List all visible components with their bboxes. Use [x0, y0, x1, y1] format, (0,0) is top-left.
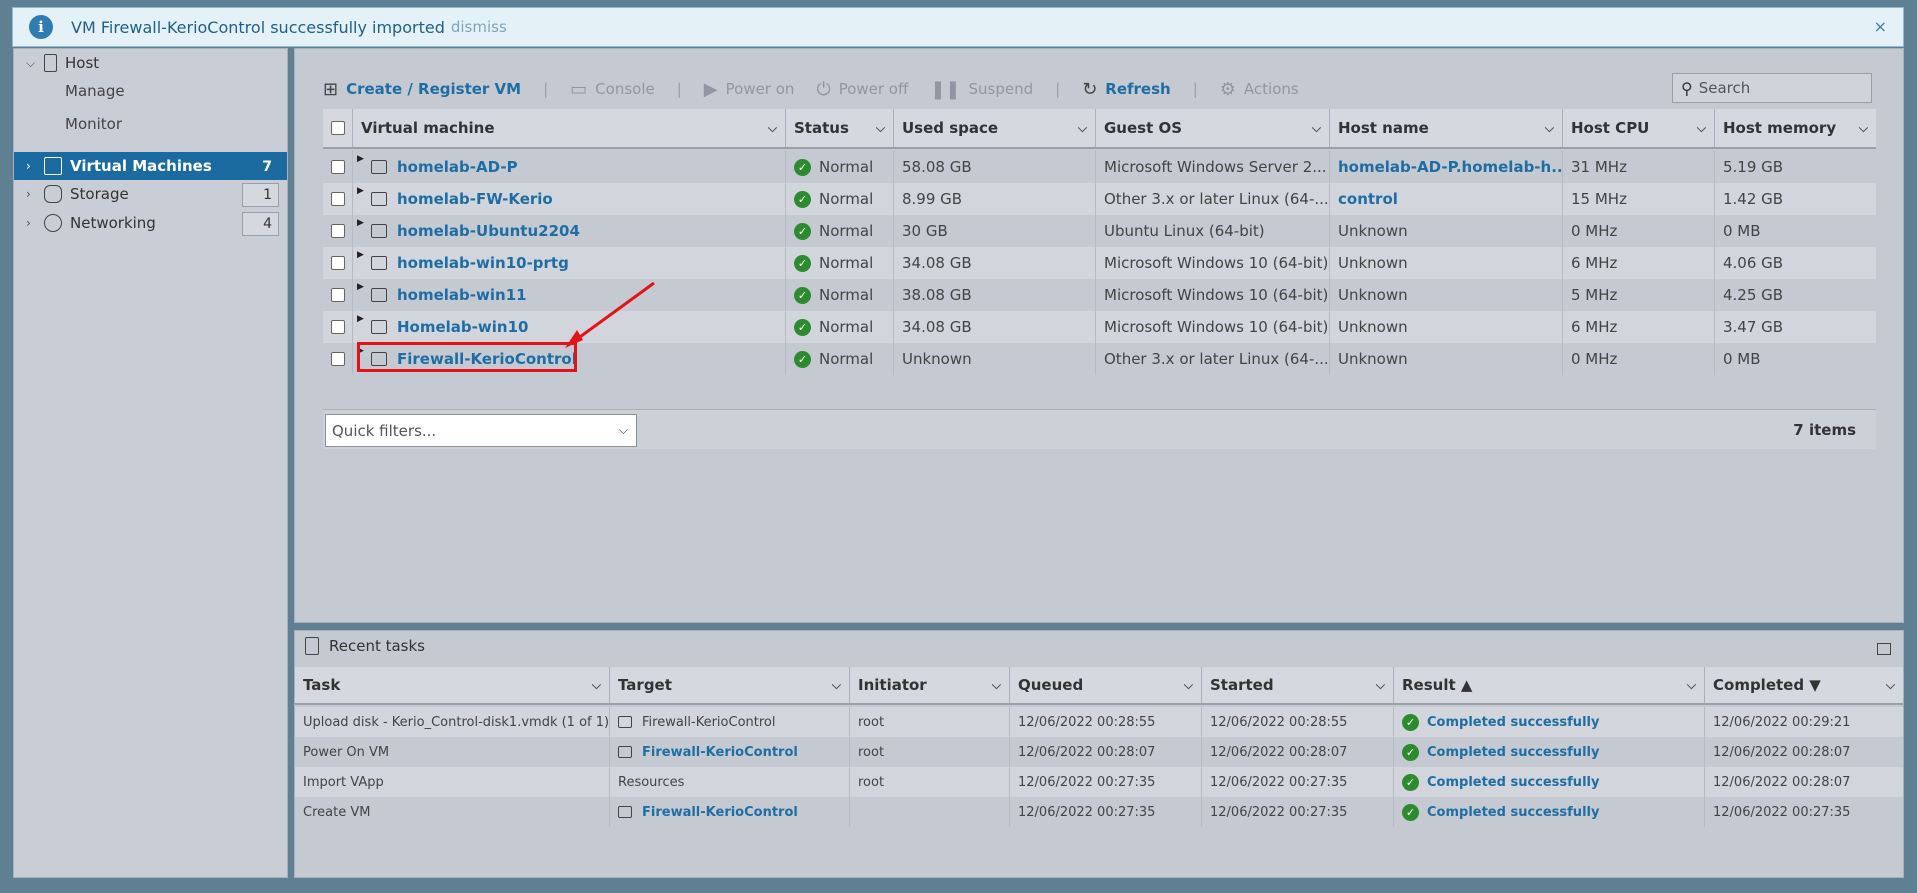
- completed-value: 12/06/2022 00:27:35: [1713, 804, 1851, 820]
- check-icon: ✓: [1402, 803, 1419, 821]
- task-name: Power On VM: [303, 744, 390, 760]
- started-cell: 12/06/2022 00:28:55: [1202, 707, 1394, 737]
- vm-icon: [618, 806, 632, 818]
- column-label: Completed ▼: [1713, 676, 1821, 694]
- column-label: Initiator: [858, 676, 927, 694]
- initiator-value: root: [858, 774, 885, 790]
- recent-tasks-panel: Recent tasks Task ⌵ Target ⌵ Initiator ⌵ Qu…: [294, 630, 1904, 878]
- column-label: Target: [618, 676, 672, 694]
- clipboard-icon: [305, 637, 319, 655]
- task-cell: Import VApp: [295, 767, 610, 797]
- column-label: Result ▲: [1402, 676, 1473, 694]
- started-value: 12/06/2022 00:28:07: [1210, 744, 1348, 760]
- target-value[interactable]: Firewall-KerioControl: [642, 805, 798, 820]
- completed-cell: 12/06/2022 00:28:07: [1705, 737, 1903, 767]
- started-value: 12/06/2022 00:28:55: [1210, 714, 1348, 730]
- task-name: Import VApp: [303, 774, 384, 790]
- target-cell: Firewall-KerioControl: [610, 737, 850, 767]
- completed-cell: 12/06/2022 00:28:07: [1705, 767, 1903, 797]
- task-row: Import VApp Resources root 12/06/2022 00:27…: [295, 767, 1903, 797]
- queued-cell: 12/06/2022 00:28:07: [1010, 737, 1202, 767]
- check-icon: ✓: [1402, 713, 1419, 731]
- queued-cell: 12/06/2022 00:27:35: [1010, 767, 1202, 797]
- vm-icon: [618, 746, 632, 758]
- column-header-result[interactable]: Result ▲ ⌵: [1394, 667, 1705, 703]
- queued-cell: 12/06/2022 00:27:35: [1010, 797, 1202, 827]
- initiator-cell: root: [850, 767, 1010, 797]
- result-cell: ✓ Completed successfully: [1394, 767, 1705, 797]
- chevron-down-icon[interactable]: ⌵: [832, 678, 841, 693]
- initiator-cell: root: [850, 707, 1010, 737]
- task-cell: Create VM: [295, 797, 610, 827]
- initiator-cell: root: [850, 737, 1010, 767]
- queued-value: 12/06/2022 00:28:07: [1018, 744, 1156, 760]
- column-header-completed[interactable]: Completed ▼ ⌵: [1705, 667, 1903, 703]
- column-header-initiator[interactable]: Initiator ⌵: [850, 667, 1010, 703]
- task-row: Power On VM Firewall-KerioControl root 12/0…: [295, 737, 1903, 767]
- completed-value: 12/06/2022 00:28:07: [1713, 774, 1851, 790]
- target-value: Firewall-KerioControl: [642, 714, 776, 730]
- task-row: Create VM Firewall-KerioControl 12/06/2022…: [295, 797, 1903, 827]
- completed-cell: 12/06/2022 00:27:35: [1705, 797, 1903, 827]
- queued-value: 12/06/2022 00:28:55: [1018, 714, 1156, 730]
- task-name: Create VM: [303, 804, 371, 820]
- completed-value: 12/06/2022 00:29:21: [1713, 714, 1851, 730]
- column-header-task[interactable]: Task ⌵: [295, 667, 610, 703]
- chevron-down-icon[interactable]: ⌵: [1184, 678, 1193, 693]
- result-value[interactable]: Completed successfully: [1427, 805, 1599, 820]
- started-cell: 12/06/2022 00:27:35: [1202, 767, 1394, 797]
- result-cell: ✓ Completed successfully: [1394, 707, 1705, 737]
- task-cell: Power On VM: [295, 737, 610, 767]
- target-value: Resources: [618, 774, 685, 790]
- chevron-down-icon[interactable]: ⌵: [1886, 678, 1895, 693]
- column-label: Started: [1210, 676, 1274, 694]
- completed-cell: 12/06/2022 00:29:21: [1705, 707, 1903, 737]
- queued-cell: 12/06/2022 00:28:55: [1010, 707, 1202, 737]
- result-value[interactable]: Completed successfully: [1427, 745, 1599, 760]
- recent-tasks-title: Recent tasks: [305, 637, 425, 655]
- initiator-value: root: [858, 714, 885, 730]
- result-cell: ✓ Completed successfully: [1394, 737, 1705, 767]
- task-cell: Upload disk - Kerio_Control-disk1.vmdk (…: [295, 707, 610, 737]
- check-icon: ✓: [1402, 773, 1419, 791]
- chevron-down-icon[interactable]: ⌵: [1376, 678, 1385, 693]
- column-header-queued[interactable]: Queued ⌵: [1010, 667, 1202, 703]
- target-value[interactable]: Firewall-KerioControl: [642, 745, 798, 760]
- started-value: 12/06/2022 00:27:35: [1210, 774, 1348, 790]
- target-cell: Firewall-KerioControl: [610, 707, 850, 737]
- chevron-down-icon[interactable]: ⌵: [592, 678, 601, 693]
- chevron-down-icon[interactable]: ⌵: [1687, 678, 1696, 693]
- result-value[interactable]: Completed successfully: [1427, 775, 1599, 790]
- vm-icon: [618, 716, 632, 728]
- started-value: 12/06/2022 00:27:35: [1210, 804, 1348, 820]
- minimize-icon[interactable]: [1877, 643, 1891, 655]
- panel-title: Recent tasks: [329, 637, 425, 655]
- chevron-down-icon[interactable]: ⌵: [992, 678, 1001, 693]
- column-header-started[interactable]: Started ⌵: [1202, 667, 1394, 703]
- started-cell: 12/06/2022 00:28:07: [1202, 737, 1394, 767]
- column-header-target[interactable]: Target ⌵: [610, 667, 850, 703]
- task-row: Upload disk - Kerio_Control-disk1.vmdk (…: [295, 707, 1903, 737]
- started-cell: 12/06/2022 00:27:35: [1202, 797, 1394, 827]
- target-cell: Firewall-KerioControl: [610, 797, 850, 827]
- column-label: Task: [303, 676, 341, 694]
- check-icon: ✓: [1402, 743, 1419, 761]
- queued-value: 12/06/2022 00:27:35: [1018, 774, 1156, 790]
- task-name: Upload disk - Kerio_Control-disk1.vmdk (…: [303, 714, 610, 730]
- queued-value: 12/06/2022 00:27:35: [1018, 804, 1156, 820]
- target-cell: Resources: [610, 767, 850, 797]
- result-value[interactable]: Completed successfully: [1427, 715, 1599, 730]
- initiator-cell: [850, 797, 1010, 827]
- completed-value: 12/06/2022 00:28:07: [1713, 744, 1851, 760]
- result-cell: ✓ Completed successfully: [1394, 797, 1705, 827]
- tasks-table-header: Task ⌵ Target ⌵ Initiator ⌵ Queued ⌵ Started…: [295, 667, 1903, 705]
- initiator-value: root: [858, 744, 885, 760]
- column-label: Queued: [1018, 676, 1084, 694]
